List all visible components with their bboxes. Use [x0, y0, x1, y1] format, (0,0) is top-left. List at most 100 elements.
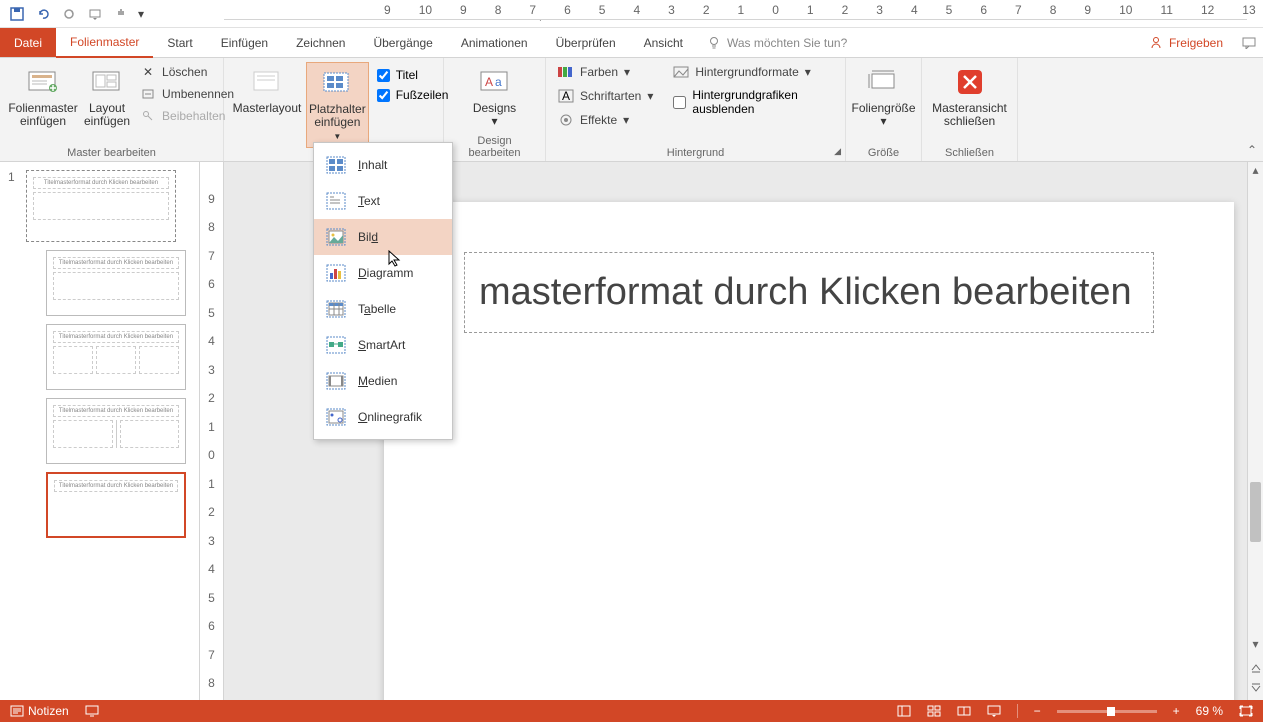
qat-dropdown-icon[interactable]: ▾ — [136, 3, 146, 25]
zoom-slider[interactable] — [1057, 710, 1157, 713]
dd-item-text[interactable]: Text — [314, 183, 452, 219]
tab-ueberpruefen[interactable]: Überprüfen — [542, 28, 630, 57]
normal-view-icon[interactable] — [897, 705, 911, 717]
colors-icon — [558, 64, 574, 80]
scroll-down-icon[interactable]: ▾ — [1248, 636, 1263, 652]
reading-view-icon[interactable] — [957, 705, 971, 717]
next-slide-icon[interactable] — [1248, 680, 1263, 696]
master-thumbnail[interactable]: Titelmasterformat durch Klicken bearbeit… — [26, 170, 176, 242]
hide-bg-graphics-checkbox[interactable]: Hintergrundgrafiken ausblenden — [669, 86, 837, 118]
insert-layout-button[interactable]: Layout einfügen — [82, 62, 132, 132]
insert-slide-master-button[interactable]: Folienmaster einfügen — [8, 62, 78, 132]
slide-size-icon — [868, 66, 900, 98]
text-icon — [326, 191, 346, 211]
table-icon — [326, 299, 346, 319]
media-icon — [326, 371, 346, 391]
layout-thumbnail-1[interactable]: Titelmasterformat durch Klicken bearbeit… — [46, 250, 186, 316]
insert-placeholder-button[interactable]: Platzhalter einfügen ▼ — [306, 62, 369, 148]
horizontal-ruler: 9109876543210123456789101112131415161718 — [224, 0, 1247, 20]
share-icon — [1149, 36, 1163, 50]
fonts-button[interactable]: ASchriftarten ▾ — [554, 86, 657, 106]
fit-to-window-icon[interactable] — [1239, 705, 1253, 717]
dd-item-onlinegrafik[interactable]: Onlinegrafik — [314, 399, 452, 435]
master-layout-button[interactable]: Masterlayout — [232, 62, 302, 119]
background-icon — [673, 64, 689, 80]
slideshow-icon[interactable] — [987, 705, 1001, 717]
display-settings-icon[interactable] — [85, 705, 99, 717]
prev-slide-icon[interactable] — [1248, 660, 1263, 676]
placeholder-dropdown: Inhalt Text Bild Diagramm Tabelle SmartA… — [313, 142, 453, 440]
slide-thumbnails-panel: 1 Titelmasterformat durch Klicken bearbe… — [0, 162, 200, 700]
tell-me-input[interactable]: Was möchten Sie tun? — [697, 28, 857, 57]
dialog-launcher-icon[interactable]: ◢ — [834, 146, 841, 157]
preserve-button[interactable]: Beibehalten — [136, 106, 238, 126]
themes-icon: Aa — [479, 66, 511, 98]
share-button[interactable]: Freigeben — [1137, 28, 1235, 57]
content-icon — [326, 155, 346, 175]
effects-button[interactable]: Effekte ▾ — [554, 110, 657, 130]
colors-button[interactable]: Farben ▾ — [554, 62, 657, 82]
themes-button[interactable]: Aa Designs▾ — [460, 62, 530, 132]
notes-icon — [10, 705, 24, 717]
rename-button[interactable]: Umbenennen — [136, 84, 238, 104]
slide: masterformat durch Klicken bearbeiten 01… — [384, 202, 1234, 700]
pin-icon — [140, 108, 156, 124]
slide-size-button[interactable]: Foliengröße▾ — [849, 62, 917, 132]
vertical-scrollbar[interactable]: ▴ ▾ — [1247, 162, 1263, 700]
layout-thumbnail-3[interactable]: Titelmasterformat durch Klicken bearbeit… — [46, 398, 186, 464]
slide-sorter-icon[interactable] — [927, 705, 941, 717]
tab-file[interactable]: Datei — [0, 28, 56, 57]
scroll-up-icon[interactable]: ▴ — [1248, 162, 1263, 178]
placeholder-icon — [321, 67, 353, 99]
group-label-groesse: Größe — [854, 145, 913, 159]
chart-icon — [326, 263, 346, 283]
notes-button[interactable]: Notizen — [10, 704, 69, 718]
delete-button[interactable]: ✕Löschen — [136, 62, 238, 82]
collapse-ribbon-icon[interactable]: ⌃ — [1247, 143, 1257, 157]
svg-text:A: A — [562, 89, 570, 103]
layout-thumbnail-2[interactable]: Titelmasterformat durch Klicken bearbeit… — [46, 324, 186, 390]
lightbulb-icon — [707, 36, 721, 50]
dd-item-bild[interactable]: Bild — [314, 219, 452, 255]
save-icon[interactable] — [6, 3, 28, 25]
svg-text:A: A — [485, 75, 493, 89]
close-master-view-button[interactable]: Masteransicht schließen — [930, 62, 1009, 132]
layout-thumbnail-4[interactable]: Titelmasterformat durch Klicken bearbeit… — [46, 472, 186, 538]
effects-icon — [558, 112, 574, 128]
zoom-in-icon[interactable]: + — [1173, 704, 1180, 718]
rename-icon — [140, 86, 156, 102]
tab-einfuegen[interactable]: Einfügen — [207, 28, 282, 57]
close-master-icon — [954, 66, 986, 98]
undo-icon[interactable] — [32, 3, 54, 25]
dd-item-smartart[interactable]: SmartArt — [314, 327, 452, 363]
dd-item-tabelle[interactable]: Tabelle — [314, 291, 452, 327]
zoom-level[interactable]: 69 % — [1196, 704, 1223, 718]
background-styles-button[interactable]: Hintergrundformate ▾ — [669, 62, 837, 82]
touch-mouse-icon[interactable] — [110, 3, 132, 25]
online-picture-icon — [326, 407, 346, 427]
masterlayout-icon — [251, 66, 283, 98]
group-label-design: Design bearbeiten — [452, 133, 537, 159]
zoom-out-icon[interactable]: − — [1034, 704, 1041, 718]
delete-icon: ✕ — [140, 64, 156, 80]
tab-zeichnen[interactable]: Zeichnen — [282, 28, 359, 57]
layout-icon — [91, 66, 123, 98]
dd-item-inhalt[interactable]: Inhalt — [314, 147, 452, 183]
dd-item-diagramm[interactable]: Diagramm — [314, 255, 452, 291]
footers-checkbox[interactable]: Fußzeilen — [373, 86, 453, 104]
tab-start[interactable]: Start — [153, 28, 206, 57]
tab-uebergaenge[interactable]: Übergänge — [359, 28, 446, 57]
tab-animationen[interactable]: Animationen — [447, 28, 542, 57]
redo-icon[interactable] — [58, 3, 80, 25]
dd-item-medien[interactable]: Medien — [314, 363, 452, 399]
fonts-icon: A — [558, 88, 574, 104]
comments-icon[interactable] — [1235, 28, 1263, 57]
group-label-hintergrund: Hintergrund — [554, 145, 837, 159]
title-checkbox[interactable]: Titel — [373, 66, 453, 84]
scrollbar-thumb[interactable] — [1250, 482, 1261, 542]
group-label-master-bearbeiten: Master bearbeiten — [8, 145, 215, 159]
title-placeholder[interactable]: masterformat durch Klicken bearbeiten — [464, 252, 1154, 333]
tab-folienmaster[interactable]: Folienmaster — [56, 28, 153, 58]
tab-ansicht[interactable]: Ansicht — [630, 28, 697, 57]
start-from-beginning-icon[interactable] — [84, 3, 106, 25]
